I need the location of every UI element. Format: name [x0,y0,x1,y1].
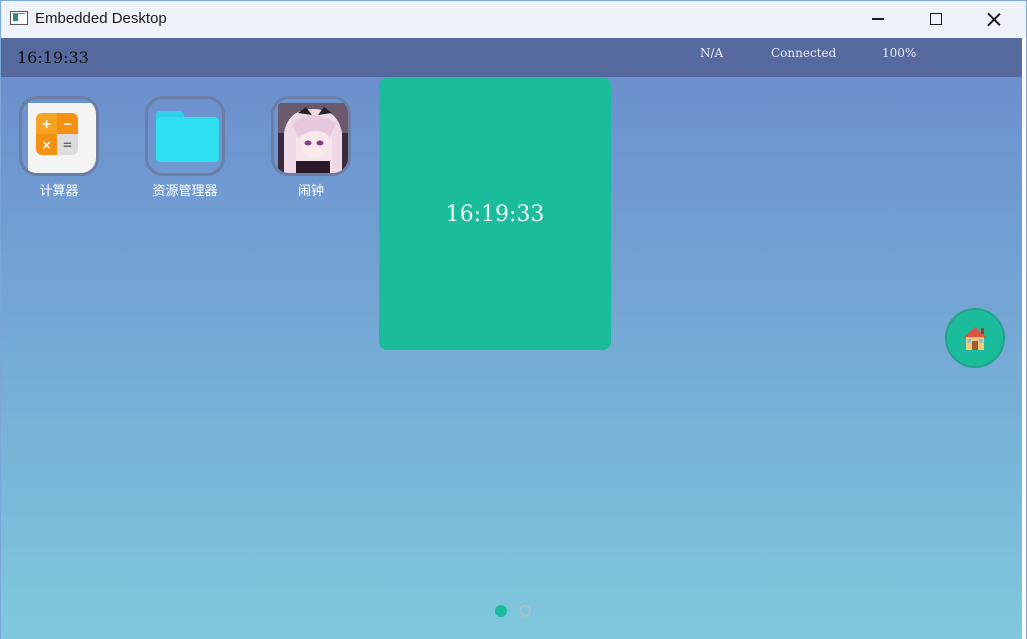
calc-times-key: × [36,134,57,155]
status-signal: N/A [700,46,724,60]
status-time: 16:19:33 [17,48,89,67]
clock-widget-time: 16:19:33 [445,202,545,227]
close-button[interactable] [965,1,1023,37]
page-dot-1-active[interactable] [495,605,507,617]
app-label-calculator[interactable]: 计算器 [11,180,107,199]
status-bar: 16:19:33 N/A Connected 100% [1,38,1026,77]
status-network: Connected [771,46,837,60]
minimize-icon [872,18,884,20]
window-title: Embedded Desktop [35,10,167,27]
app-file-explorer[interactable]: 资源管理器 [137,96,233,216]
avatar-image [278,103,348,173]
status-battery: 100% [882,46,917,60]
home-button[interactable] [945,308,1005,368]
close-icon [987,12,1001,26]
clock-widget[interactable]: 16:19:33 [379,78,611,350]
calculator-icon-background: + − × = [28,103,96,173]
page-dot-2[interactable] [519,605,531,617]
window-app-icon [10,11,28,25]
title-bar[interactable]: Embedded Desktop [1,1,1026,37]
house-icon [963,327,987,350]
anime-avatar-icon[interactable] [271,96,351,176]
calc-equals-key: = [57,134,78,155]
calc-plus-key: + [36,113,57,134]
window-right-edge [1022,38,1026,639]
maximize-button[interactable] [907,1,965,37]
app-alarm-clock[interactable]: 闹钟 [263,96,359,216]
desktop-area[interactable]: 16:19:33 N/A Connected 100% + − × = 计算器 [1,38,1026,639]
calculator-icon[interactable]: + − × = [19,96,99,176]
app-label-alarm-clock[interactable]: 闹钟 [263,180,359,199]
app-calculator[interactable]: + − × = 计算器 [11,96,107,216]
calculator-keypad: + − × = [36,113,78,155]
calc-minus-key: − [57,113,78,134]
app-window: Embedded Desktop 16:19:33 N/A Connected … [0,0,1027,639]
maximize-icon [930,13,942,25]
minimize-button[interactable] [849,1,907,37]
folder-icon[interactable] [145,96,225,176]
folder-icon-body [156,117,219,162]
app-label-file-explorer[interactable]: 资源管理器 [137,180,233,199]
